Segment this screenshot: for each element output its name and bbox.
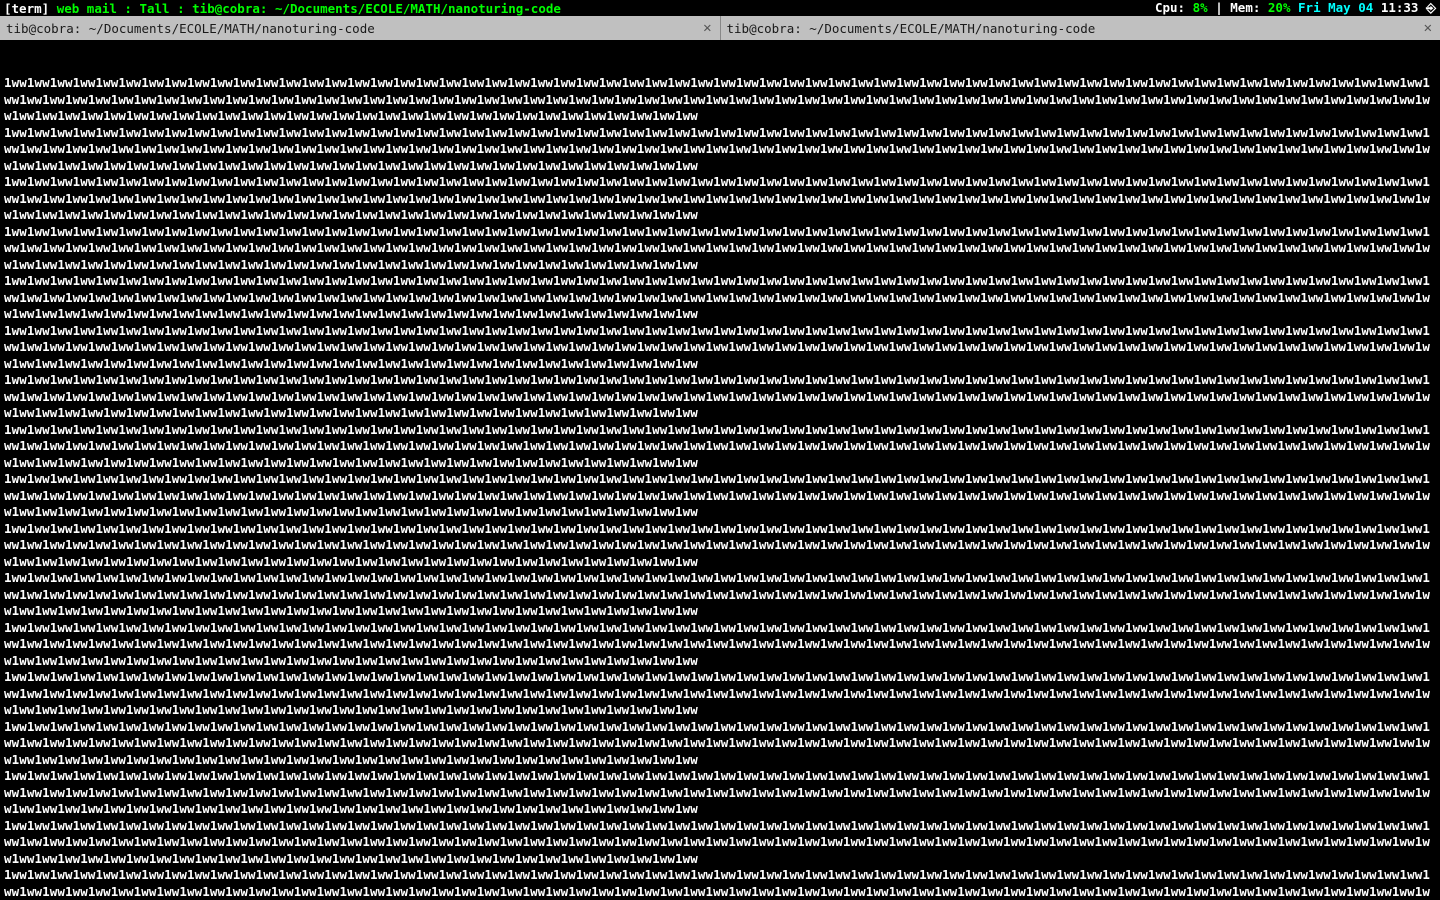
status-bar: [term] web mail : Tall : tib@cobra: ~/Do… (0, 0, 1440, 16)
mem-label: Mem: (1230, 0, 1260, 15)
terminal-output[interactable]: 1ww1ww1ww1ww1ww1ww1ww1ww1ww1ww1ww1ww1ww1… (0, 40, 1440, 900)
status-tagline: web mail : Tall : (57, 1, 185, 16)
status-host-path: tib@cobra: ~/Documents/ECOLE/MATH/nanotu… (192, 1, 561, 16)
close-icon[interactable]: ✕ (701, 21, 713, 35)
tab-title: tib@cobra: ~/Documents/ECOLE/MATH/nanotu… (727, 21, 1096, 36)
tab-title: tib@cobra: ~/Documents/ECOLE/MATH/nanotu… (6, 21, 375, 36)
status-sep-1: | (1215, 0, 1223, 15)
tab-bar: tib@cobra: ~/Documents/ECOLE/MATH/nanotu… (0, 16, 1440, 40)
close-icon[interactable]: ✕ (1422, 21, 1434, 35)
status-term-label: [term] (4, 1, 49, 16)
terminal-tab[interactable]: tib@cobra: ~/Documents/ECOLE/MATH/nanotu… (0, 16, 721, 40)
tape-output: 1ww1ww1ww1ww1ww1ww1ww1ww1ww1ww1ww1ww1ww1… (4, 75, 1436, 900)
terminal-tab[interactable]: tib@cobra: ~/Documents/ECOLE/MATH/nanotu… (721, 16, 1440, 40)
status-date: Fri May 04 (1298, 0, 1373, 15)
cpu-label: Cpu: (1155, 0, 1185, 15)
mem-value: 20% (1268, 0, 1291, 15)
cpu-value: 8% (1193, 0, 1208, 15)
status-time: 11:33 (1381, 0, 1419, 15)
status-trailing-icon: ⎆ (1426, 0, 1436, 15)
